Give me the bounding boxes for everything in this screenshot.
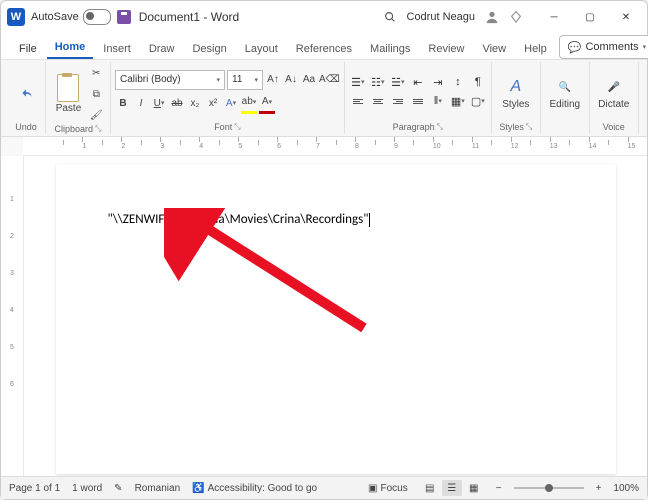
change-case-button[interactable]: Aa — [301, 71, 317, 89]
close-button[interactable]: ✕ — [609, 3, 643, 31]
paste-icon — [57, 74, 79, 102]
align-right-button[interactable] — [389, 93, 407, 109]
align-left-button[interactable] — [349, 93, 367, 109]
borders-button[interactable]: ▢▾ — [469, 93, 487, 109]
copy-button[interactable]: ⧉ — [88, 85, 104, 103]
autosave-toggle[interactable]: AutoSave — [31, 9, 111, 25]
read-mode-button[interactable]: ▤ — [420, 480, 440, 496]
comments-button[interactable]: 💬 Comments ▾ — [559, 35, 648, 59]
user-name[interactable]: Codrut Neagu — [407, 11, 476, 23]
font-launcher-icon[interactable]: ⤡ — [234, 122, 240, 132]
numbering-button[interactable]: ☷▾ — [369, 74, 387, 90]
find-icon: 🔍 — [554, 76, 576, 98]
web-layout-button[interactable]: ▦ — [464, 480, 484, 496]
document-canvas[interactable]: "\\ZENWIFI-AX\Media\Movies\Crina\Recordi… — [24, 156, 647, 476]
paste-button[interactable]: Paste — [52, 72, 86, 116]
paragraph-launcher-icon[interactable]: ⤡ — [437, 122, 443, 132]
chevron-down-icon: ▾ — [643, 43, 647, 51]
document-title: Document1 - Word — [139, 10, 240, 24]
subscript-button[interactable]: x₂ — [187, 94, 203, 112]
superscript-button[interactable]: x² — [205, 94, 221, 112]
zoom-out-button[interactable]: − — [496, 483, 502, 494]
print-layout-button[interactable]: ☰ — [442, 480, 462, 496]
ribbon: Undo Paste ✂ ⧉ 🖌 Clipboard⤡ Cali — [1, 59, 647, 137]
font-size-select[interactable]: 11▾ — [227, 70, 263, 90]
tab-review[interactable]: Review — [420, 39, 472, 59]
page-count[interactable]: Page 1 of 1 — [9, 483, 60, 494]
text-effects-button[interactable]: A▾ — [223, 94, 239, 112]
word-count[interactable]: 1 word — [72, 483, 102, 494]
title-bar: W AutoSave Document1 - Word Codrut Neagu… — [1, 1, 647, 33]
tab-draw[interactable]: Draw — [141, 39, 183, 59]
search-icon[interactable] — [383, 10, 397, 24]
minimize-button[interactable]: ─ — [537, 3, 571, 31]
page[interactable]: "\\ZENWIFI-AX\Media\Movies\Crina\Recordi… — [56, 164, 616, 474]
zoom-level[interactable]: 100% — [613, 483, 639, 494]
undo-icon — [17, 84, 35, 102]
spellcheck-status[interactable]: ✎ — [114, 483, 122, 494]
show-marks-button[interactable]: ¶ — [469, 74, 487, 90]
tab-view[interactable]: View — [474, 39, 514, 59]
bold-button[interactable]: B — [115, 94, 131, 112]
vertical-ruler[interactable]: 123456 — [1, 156, 24, 476]
highlight-button[interactable]: ab▾ — [241, 93, 257, 114]
multilevel-button[interactable]: ☱▾ — [389, 74, 407, 90]
cut-button[interactable]: ✂ — [88, 64, 104, 82]
styles-button[interactable]: AStyles — [498, 74, 533, 112]
zoom-slider[interactable] — [514, 487, 584, 489]
underline-button[interactable]: U▾ — [151, 94, 167, 112]
focus-mode-button[interactable]: ▣Focus — [368, 483, 408, 494]
comment-icon: 💬 — [568, 41, 582, 54]
clear-format-button[interactable]: A⌫ — [319, 71, 340, 89]
tab-design[interactable]: Design — [184, 39, 234, 59]
status-bar: Page 1 of 1 1 word ✎ Romanian ♿Accessibi… — [1, 476, 647, 499]
diamond-icon[interactable] — [509, 10, 523, 24]
sort-button[interactable]: ↕ — [449, 74, 467, 90]
shading-button[interactable]: ▦▾ — [449, 93, 467, 109]
user-avatar-icon[interactable] — [485, 10, 499, 24]
grow-font-button[interactable]: A↑ — [265, 71, 281, 89]
tab-references[interactable]: References — [288, 39, 360, 59]
mic-icon: 🎤 — [603, 76, 625, 98]
font-name-select[interactable]: Calibri (Body)▾ — [115, 70, 225, 90]
italic-button[interactable]: I — [133, 94, 149, 112]
bullets-button[interactable]: ☰▾ — [349, 74, 367, 90]
styles-icon: A — [505, 76, 527, 98]
dictate-button[interactable]: 🎤Dictate — [594, 74, 633, 112]
line-spacing-button[interactable]: ‖▾ — [429, 93, 447, 109]
strike-button[interactable]: ab — [169, 94, 185, 112]
align-center-button[interactable] — [369, 93, 387, 109]
tab-layout[interactable]: Layout — [237, 39, 286, 59]
zoom-in-button[interactable]: + — [596, 483, 602, 494]
text-cursor — [369, 213, 370, 227]
maximize-button[interactable]: ▢ — [573, 3, 607, 31]
focus-icon: ▣ — [368, 483, 377, 494]
horizontal-ruler[interactable]: 123456789101112131415 — [23, 137, 647, 156]
accessibility-status[interactable]: ♿Accessibility: Good to go — [192, 483, 317, 494]
accessibility-icon: ♿ — [192, 483, 204, 494]
document-text[interactable]: "\\ZENWIFI-AX\Media\Movies\Crina\Recordi… — [108, 212, 369, 227]
format-painter-button[interactable]: 🖌 — [88, 106, 104, 124]
shrink-font-button[interactable]: A↓ — [283, 71, 299, 89]
ribbon-tabs: File Home Insert Draw Design Layout Refe… — [1, 33, 647, 59]
justify-button[interactable] — [409, 93, 427, 109]
increase-indent-button[interactable]: ⇥ — [429, 74, 447, 90]
tab-insert[interactable]: Insert — [95, 39, 139, 59]
tab-file[interactable]: File — [11, 39, 45, 59]
save-icon[interactable] — [117, 10, 131, 24]
editing-button[interactable]: 🔍Editing — [546, 74, 585, 112]
tab-mailings[interactable]: Mailings — [362, 39, 418, 59]
tab-home[interactable]: Home — [47, 37, 94, 59]
clipboard-launcher-icon[interactable]: ⤡ — [95, 124, 101, 134]
language-status[interactable]: Romanian — [135, 483, 181, 494]
toggle-off-icon[interactable] — [83, 9, 111, 25]
decrease-indent-button[interactable]: ⇤ — [409, 74, 427, 90]
word-app-icon: W — [7, 8, 25, 26]
undo-button[interactable] — [13, 82, 39, 104]
font-color-button[interactable]: A▾ — [259, 93, 275, 114]
styles-launcher-icon[interactable]: ⤡ — [526, 122, 532, 132]
tab-help[interactable]: Help — [516, 39, 555, 59]
